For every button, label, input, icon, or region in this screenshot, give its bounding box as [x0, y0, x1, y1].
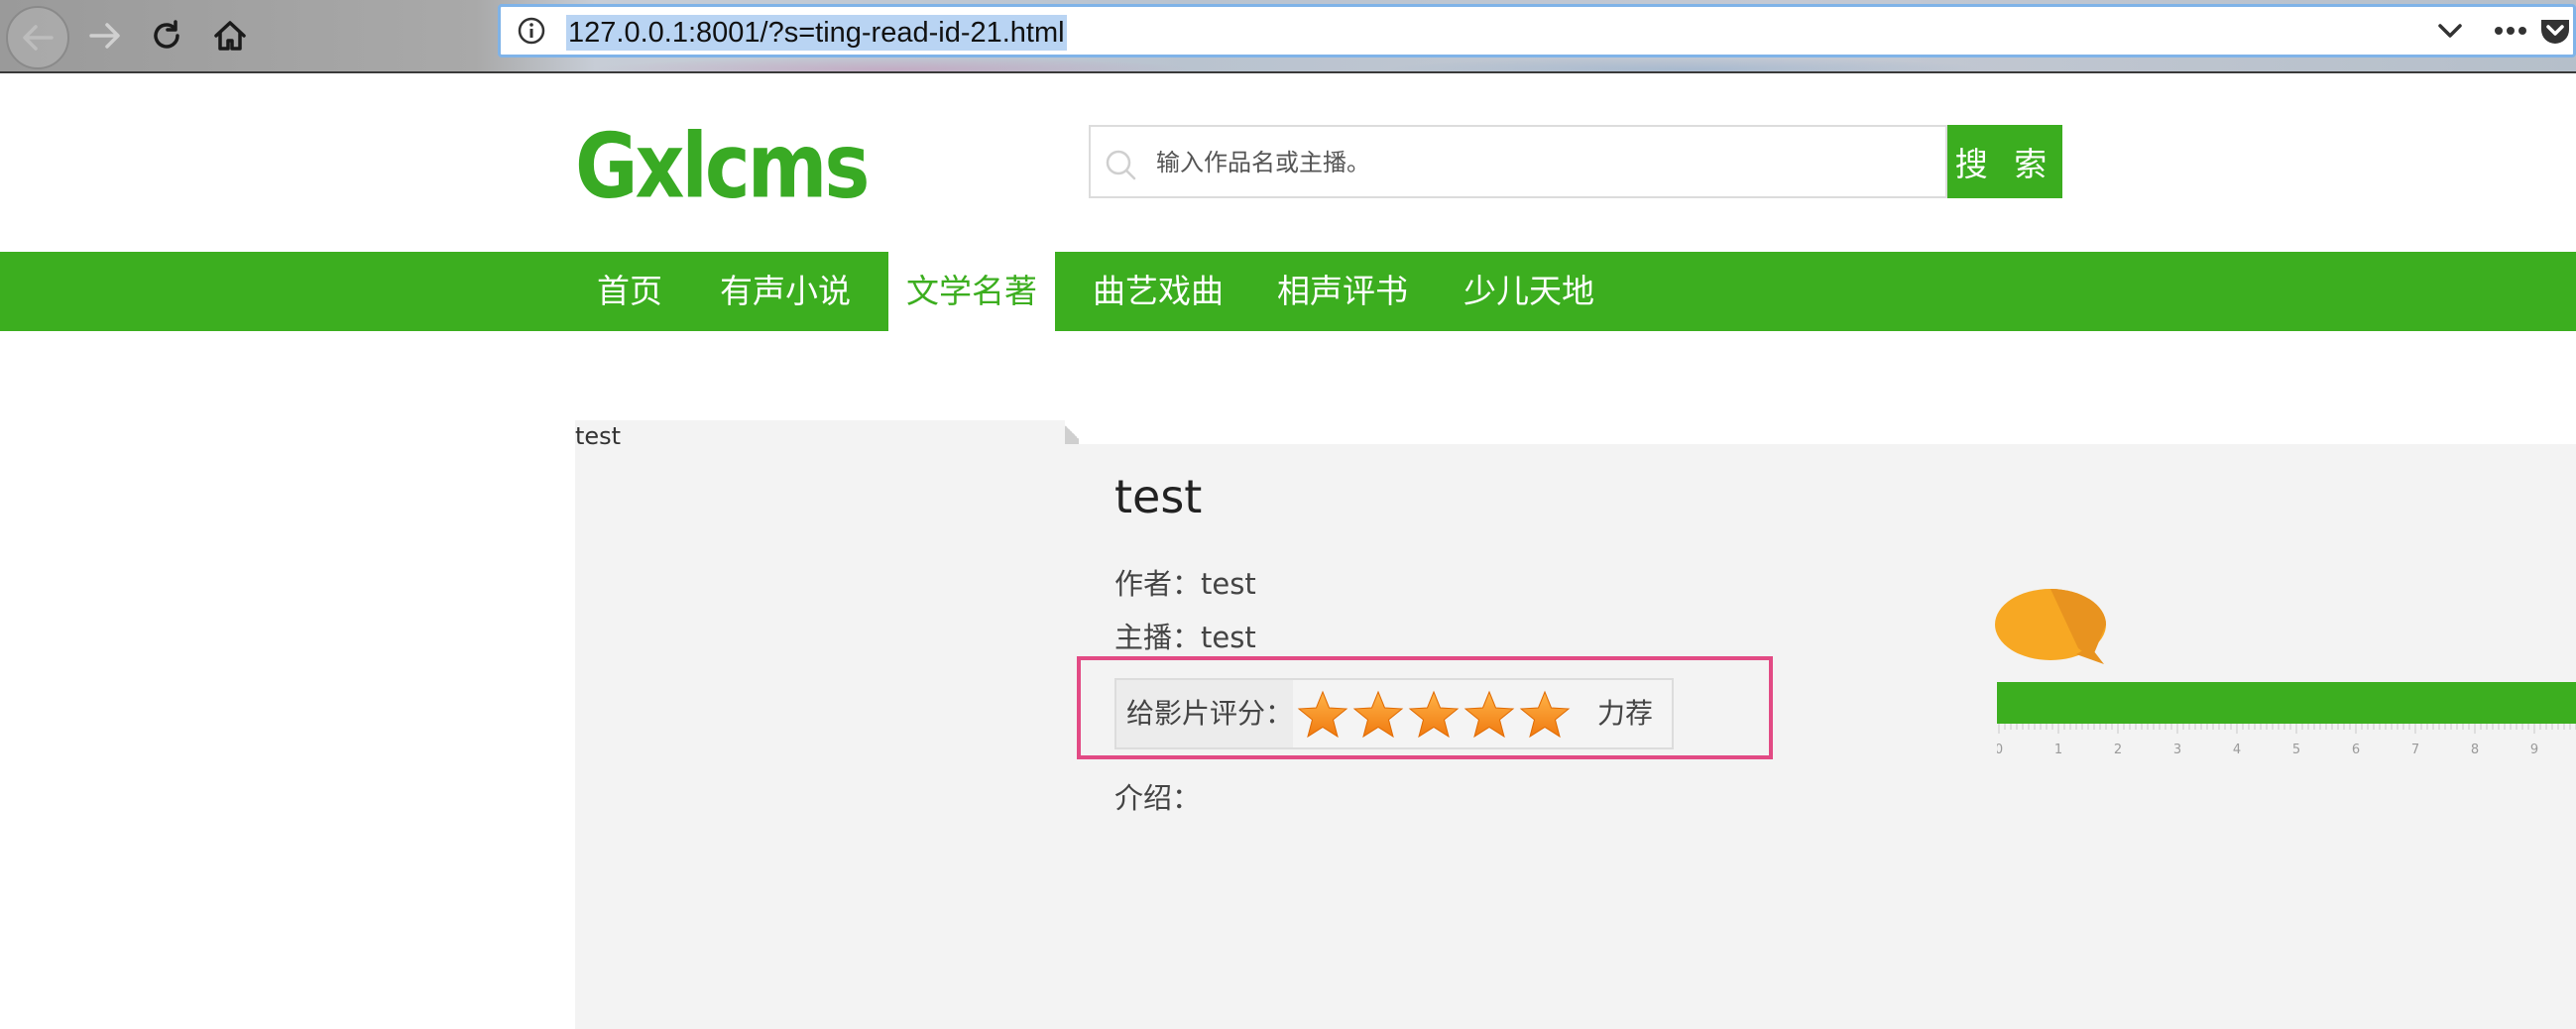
ruler-tick-label: 7	[2411, 743, 2419, 757]
rating-widget: 给影片评分： 力荐	[1114, 678, 1674, 749]
ruler-tick-label: 2	[2114, 743, 2122, 757]
ruler-tick-label: 5	[2292, 743, 2300, 757]
address-bar[interactable]: 127.0.0.1:8001/?s=ting-read-id-21.html	[498, 4, 2576, 57]
book-title: test	[1114, 470, 1203, 523]
rating-text: 力荐	[1597, 697, 1654, 730]
pocket-icon[interactable]	[2533, 7, 2576, 55]
nav-item-home[interactable]: 首页	[585, 252, 674, 331]
ruler-tick-label: 3	[2173, 743, 2181, 757]
ruler-tick-label: 6	[2352, 743, 2360, 757]
chevron-down-icon[interactable]	[2428, 7, 2472, 55]
cover-corner	[1065, 420, 1079, 444]
nav-item-crosstalk[interactable]: 相声评书	[1261, 252, 1424, 331]
star-icon[interactable]	[1297, 690, 1348, 740]
cover-alt-text: test	[575, 422, 622, 450]
ruler-tick-label: 8	[2471, 743, 2479, 757]
narrator-line: 主播：test	[1114, 621, 1256, 654]
home-icon[interactable]	[200, 6, 260, 65]
rating-stars: 力荐	[1293, 680, 1672, 747]
search-input[interactable]	[1154, 137, 1932, 188]
reload-icon[interactable]	[137, 6, 196, 65]
search-icon	[1105, 149, 1138, 182]
star-icon[interactable]	[1464, 690, 1515, 740]
rating-label: 给影片评分：	[1126, 697, 1294, 730]
progress-ruler: 0 1 2 3 4 5 6 7 8 9	[1997, 724, 2576, 757]
info-icon[interactable]	[517, 16, 546, 46]
panel-top-gap	[1065, 420, 2576, 444]
intro-line: 介绍：	[1114, 781, 1202, 815]
ruler-tick-label: 0	[1997, 743, 2003, 757]
star-icon[interactable]	[1519, 690, 1571, 740]
audio-progress-bar[interactable]	[1997, 682, 2576, 724]
site-logo[interactable]: Gxlcms	[575, 122, 878, 211]
browser-toolbar: 127.0.0.1:8001/?s=ting-read-id-21.html	[0, 0, 2576, 73]
nav-item-opera[interactable]: 曲艺戏曲	[1077, 252, 1239, 331]
nav-item-kids[interactable]: 少儿天地	[1448, 252, 1610, 331]
search-button[interactable]: 搜 索	[1947, 125, 2062, 198]
forward-arrow-icon[interactable]	[75, 6, 135, 65]
author-line: 作者：test	[1114, 567, 1256, 601]
star-icon[interactable]	[1352, 690, 1404, 740]
main-nav: 首页 有声小说 文学名著 曲艺戏曲 相声评书 少儿天地	[0, 252, 2576, 331]
nav-item-novels[interactable]: 有声小说	[704, 252, 867, 331]
book-cover[interactable]	[575, 420, 1065, 1029]
speech-bubble-icon	[1993, 589, 2112, 668]
more-dots-icon[interactable]	[2486, 7, 2535, 55]
back-arrow-icon[interactable]	[6, 6, 69, 69]
ruler-tick-label: 9	[2530, 743, 2538, 757]
star-icon[interactable]	[1408, 690, 1460, 740]
url-text[interactable]: 127.0.0.1:8001/?s=ting-read-id-21.html	[566, 15, 1067, 51]
search-box	[1089, 125, 1947, 198]
nav-item-classics[interactable]: 文学名著	[888, 252, 1055, 331]
ruler-tick-label: 4	[2233, 743, 2241, 757]
ruler-tick-label: 1	[2054, 743, 2062, 757]
